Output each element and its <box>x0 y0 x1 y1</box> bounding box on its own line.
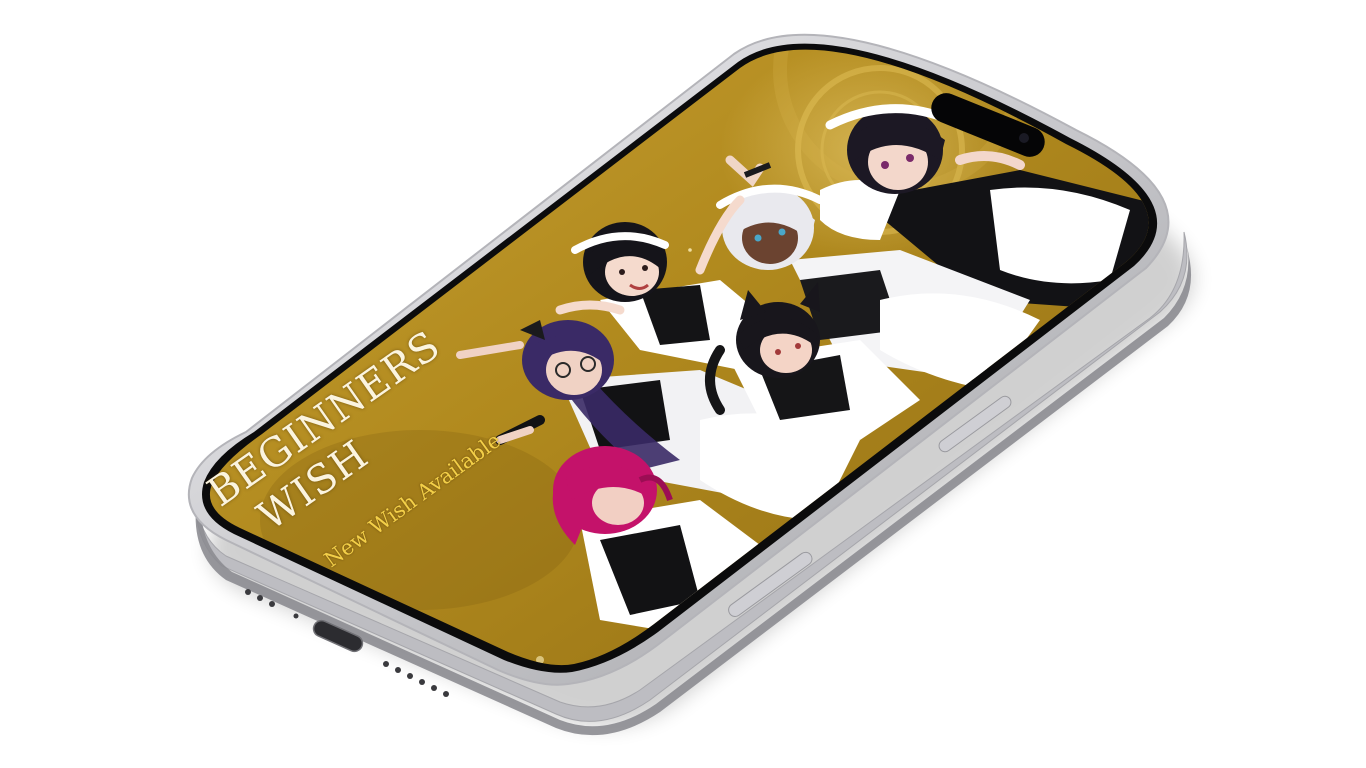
phone-mockup <box>187 33 1194 736</box>
microphone-hole <box>293 613 299 619</box>
phone-mockup-stage: BEGINNERS WISH New Wish Available <box>0 0 1366 768</box>
front-camera-icon <box>1019 133 1029 143</box>
